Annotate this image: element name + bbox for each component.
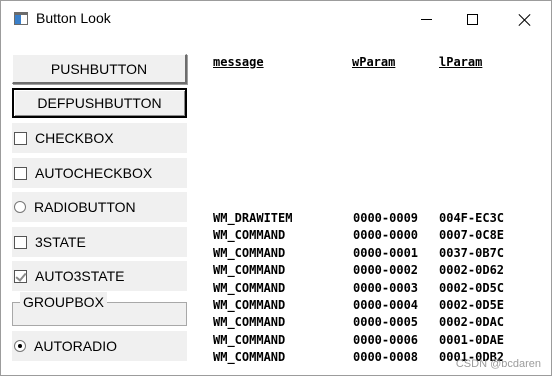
autoradio-label: AUTORADIO — [34, 338, 117, 354]
log-cell-wparam: 0000-0006 — [353, 332, 419, 347]
log-cell-wparam: 0000-0001 — [353, 245, 419, 260]
checkbox-label: CHECKBOX — [35, 130, 114, 146]
autocheckbox-icon[interactable] — [14, 166, 27, 180]
window-title: Button Look — [36, 10, 111, 26]
app-icon[interactable] — [14, 12, 28, 25]
app-window: Button Look PUSHBUTTON DEFPUSHBUTTON CHE… — [0, 0, 552, 376]
log-cell-message: WM_COMMAND — [213, 332, 286, 347]
minimize-icon — [420, 18, 432, 20]
maximize-button[interactable] — [449, 1, 495, 37]
log-cell-lparam: 0002-0DAC — [439, 315, 505, 330]
auto3state-label: AUTO3STATE — [35, 268, 125, 284]
log-cell-message: WM_COMMAND — [213, 228, 286, 243]
minimize-button[interactable] — [403, 1, 449, 37]
log-cell-wparam: 0000-0009 — [353, 211, 419, 225]
groupbox: GROUPBOX — [12, 292, 187, 326]
autoradio-control[interactable]: AUTORADIO — [12, 331, 187, 361]
auto3state-control[interactable]: AUTO3STATE — [12, 261, 187, 291]
autoradio-icon[interactable] — [14, 340, 26, 352]
3state-control[interactable]: 3STATE — [12, 227, 187, 257]
title-bar[interactable]: Button Look — [1, 1, 551, 37]
header-wparam: wParam — [352, 55, 396, 69]
header-message: message — [213, 55, 264, 69]
client-area: PUSHBUTTON DEFPUSHBUTTON CHECKBOX AUTOCH… — [1, 37, 551, 375]
checkbox-control[interactable]: CHECKBOX — [12, 123, 187, 153]
checkbox-icon[interactable] — [14, 131, 27, 145]
groupbox-label: GROUPBOX — [20, 292, 107, 312]
log-cell-message: WM_COMMAND — [213, 245, 286, 260]
autocheckbox-label: AUTOCHECKBOX — [35, 165, 153, 181]
defpushbutton-button[interactable]: DEFPUSHBUTTON — [12, 88, 187, 118]
log-cell-message: WM_COMMAND — [213, 280, 286, 295]
defpushbutton-label: DEFPUSHBUTTON — [37, 95, 162, 111]
watermark: CSDN @bcdaren — [455, 358, 541, 370]
log-cell-lparam: 0002-0D62 — [439, 263, 505, 278]
3state-icon[interactable] — [14, 235, 27, 249]
radiobutton-icon[interactable] — [14, 201, 26, 213]
pushbutton-label: PUSHBUTTON — [50, 60, 148, 77]
close-icon — [518, 13, 531, 26]
log-cell-lparam: 004F-EC3C — [439, 211, 505, 225]
log-cell-message: WM_COMMAND — [213, 315, 286, 330]
autocheckbox-control[interactable]: AUTOCHECKBOX — [12, 158, 187, 188]
log-cell-lparam: 0001-0DAE — [439, 332, 505, 347]
log-cell-wparam: 0000-0005 — [353, 315, 419, 330]
log-cell-lparam: 0002-0D5C — [439, 280, 505, 295]
log-cell-wparam: 0000-0004 — [353, 298, 419, 312]
log-cell-wparam: 0000-0000 — [353, 228, 419, 243]
log-cell-wparam: 0000-0003 — [353, 280, 419, 295]
log-cell-lparam: 0007-0C8E — [439, 228, 505, 243]
header-lparam: lParam — [439, 55, 483, 69]
close-button[interactable] — [501, 1, 547, 37]
radiobutton-control[interactable]: RADIOBUTTON — [12, 192, 187, 222]
auto3state-icon[interactable] — [14, 269, 27, 283]
log-cell-wparam: 0000-0008 — [353, 350, 419, 365]
log-cell-lparam: 0002-0D5E — [439, 298, 505, 312]
log-cell-wparam: 0000-0002 — [353, 263, 419, 278]
log-cell-message: WM_COMMAND — [213, 263, 286, 278]
log-cell-lparam: 0037-0B7C — [439, 245, 505, 260]
radiobutton-label: RADIOBUTTON — [34, 199, 136, 215]
maximize-icon — [466, 13, 478, 25]
pushbutton-button[interactable]: PUSHBUTTON — [12, 54, 187, 84]
3state-label: 3STATE — [35, 234, 86, 250]
log-cell-message: WM_DRAWITEM — [213, 211, 293, 225]
log-cell-message: WM_COMMAND — [213, 298, 286, 312]
log-cell-message: WM_COMMAND — [213, 350, 286, 365]
